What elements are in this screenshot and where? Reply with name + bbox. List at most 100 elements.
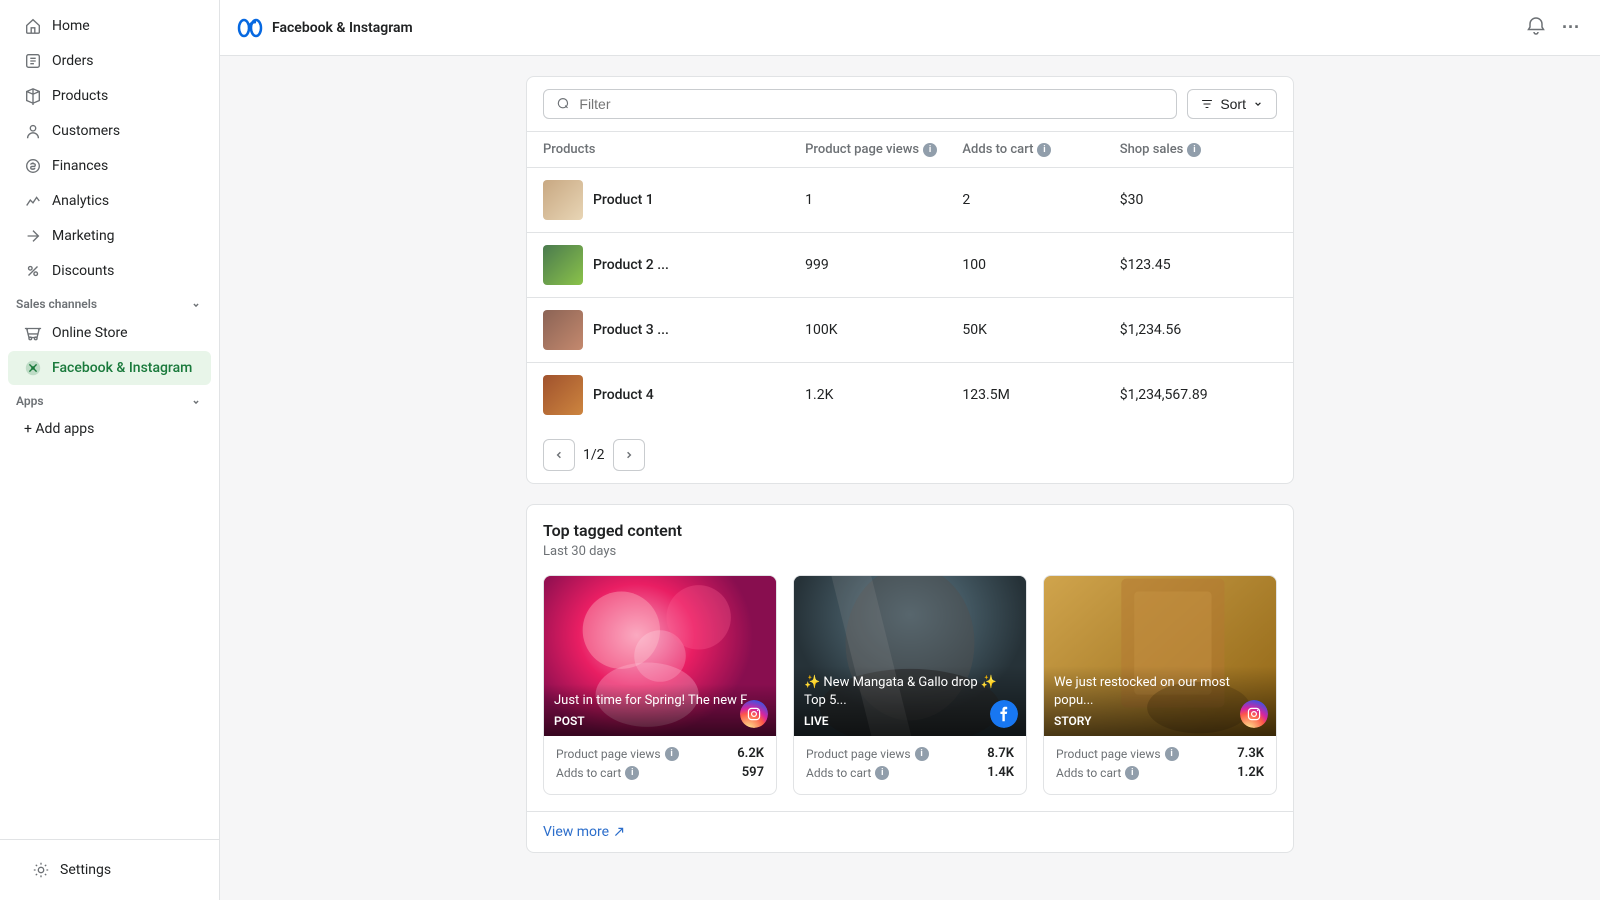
sidebar-item-finances[interactable]: Finances (8, 149, 211, 183)
sidebar-item-orders[interactable]: Orders (8, 44, 211, 78)
filter-input[interactable] (579, 96, 1164, 112)
apps-section: Apps (0, 386, 219, 412)
page-views-info-icon[interactable]: i (923, 143, 937, 157)
content-image-3: We just restocked on our most popu... ST… (1044, 576, 1276, 736)
next-page-button[interactable] (613, 439, 645, 471)
content-type-3: STORY (1054, 714, 1266, 728)
topbar-logo: Facebook & Instagram (236, 14, 413, 42)
apps-label: Apps (16, 394, 44, 408)
sidebar-item-discounts[interactable]: Discounts (8, 254, 211, 288)
more-button[interactable]: ··· (1558, 13, 1584, 42)
orders-icon (24, 52, 42, 70)
content-card-3: We just restocked on our most popu... ST… (1043, 575, 1277, 795)
table-row: Product 2 ... 999 100 $123.45 (527, 233, 1293, 298)
sidebar-item-products[interactable]: Products (8, 79, 211, 113)
content-stats-1: Product page views i 6.2K Adds to cart i (544, 736, 776, 794)
filter-input-wrapper[interactable] (543, 89, 1177, 119)
product-cell-4: Product 4 (543, 375, 805, 415)
table-row: Product 4 1.2K 123.5M $1,234,567.89 (527, 363, 1293, 427)
shop-sales-3: $1,234.56 (1120, 322, 1277, 338)
sidebar-item-settings[interactable]: Settings (16, 853, 203, 887)
page-views-4: 1.2K (805, 387, 962, 403)
sidebar-item-add-apps[interactable]: + Add apps (8, 413, 211, 445)
content-platform-icon-2 (990, 700, 1018, 728)
products-table: Products Product page views i Adds to ca… (527, 132, 1293, 427)
shop-sales-info-icon[interactable]: i (1187, 143, 1201, 157)
content-platform-icon-1 (740, 700, 768, 728)
page-layout: Facebook & Instagram ··· (220, 0, 1600, 900)
adds-to-cart-2: 100 (962, 257, 1119, 273)
external-link-icon (613, 826, 625, 838)
meta-logo-icon (236, 14, 264, 42)
pagination: 1/2 (527, 427, 1293, 483)
section-subtitle: Last 30 days (543, 544, 1277, 559)
sidebar-item-online-store-label: Online Store (52, 325, 128, 341)
home-icon (24, 17, 42, 35)
content-platform-icon-3 (1240, 700, 1268, 728)
ig-svg-1 (746, 706, 762, 722)
view-more-link[interactable]: View more (527, 811, 1293, 852)
instagram-icon-1 (740, 700, 768, 728)
content-overlay-2: ✨ New Mangata & Gallo drop ✨ Top 5... LI… (794, 666, 1026, 736)
sidebar-footer: Settings (0, 839, 219, 900)
stat-label-1-pageviews: Product page views i (556, 747, 679, 761)
stat-value-2-pageviews: 8.7K (987, 746, 1014, 761)
sales-channels-section: Sales channels (0, 289, 219, 315)
table-header: Products Product page views i Adds to ca… (527, 132, 1293, 168)
stat-info-icon[interactable]: i (1125, 766, 1139, 780)
topbar-actions: ··· (1522, 12, 1584, 43)
chevron-down-icon (1252, 98, 1264, 110)
sidebar-item-customers-label: Customers (52, 123, 120, 139)
top-tagged-content-section: Top tagged content Last 30 days (527, 505, 1293, 811)
customers-icon (24, 122, 42, 140)
sidebar: Home Orders Products (0, 0, 220, 900)
analytics-icon (24, 192, 42, 210)
sidebar-item-home[interactable]: Home (8, 9, 211, 43)
facebook-icon-2 (990, 700, 1018, 728)
content-text-1: Just in time for Spring! The new F... (554, 692, 766, 710)
sales-channels-label: Sales channels (16, 297, 97, 311)
ig-svg-3 (1246, 706, 1262, 722)
prev-page-button[interactable] (543, 439, 575, 471)
sidebar-item-fb-ig[interactable]: Facebook & Instagram (8, 351, 211, 385)
sidebar-item-marketing-label: Marketing (52, 228, 115, 244)
product-thumb-4 (543, 375, 583, 415)
filter-bar: Sort (527, 77, 1293, 132)
sidebar-item-marketing[interactable]: Marketing (8, 219, 211, 253)
adds-to-cart-4: 123.5M (962, 387, 1119, 403)
marketing-icon (24, 227, 42, 245)
section-title: Top tagged content (543, 521, 1277, 540)
stat-info-icon[interactable]: i (625, 766, 639, 780)
stat-row-2-pageviews: Product page views i 8.7K (806, 746, 1014, 761)
chevron-left-icon (552, 448, 566, 462)
sidebar-item-online-store[interactable]: Online Store (8, 316, 211, 350)
stat-info-icon[interactable]: i (875, 766, 889, 780)
sidebar-item-analytics[interactable]: Analytics (8, 184, 211, 218)
content-stats-3: Product page views i 7.3K Adds to cart i (1044, 736, 1276, 794)
product-cell-1: Product 1 (543, 180, 805, 220)
stat-info-icon[interactable]: i (1165, 747, 1179, 761)
sidebar-item-fb-ig-label: Facebook & Instagram (52, 360, 192, 376)
stat-info-icon[interactable]: i (915, 747, 929, 761)
stat-label-2-pageviews: Product page views i (806, 747, 929, 761)
col-header-page-views: Product page views i (805, 142, 962, 157)
sidebar-item-orders-label: Orders (52, 53, 94, 69)
col-header-products: Products (543, 142, 805, 157)
content-grid: Just in time for Spring! The new F... PO… (543, 575, 1277, 795)
stat-value-3-pageviews: 7.3K (1237, 746, 1264, 761)
stat-value-1-pageviews: 6.2K (737, 746, 764, 761)
sidebar-item-analytics-label: Analytics (52, 193, 109, 209)
stat-row-1-cart: Adds to cart i 597 (556, 765, 764, 780)
sidebar-item-settings-label: Settings (60, 862, 111, 878)
product-thumb-3 (543, 310, 583, 350)
sidebar-item-customers[interactable]: Customers (8, 114, 211, 148)
stat-row-2-cart: Adds to cart i 1.4K (806, 765, 1014, 780)
adds-to-cart-info-icon[interactable]: i (1037, 143, 1051, 157)
sidebar-item-products-label: Products (52, 88, 108, 104)
stat-info-icon[interactable]: i (665, 747, 679, 761)
notification-button[interactable] (1522, 12, 1550, 43)
products-icon (24, 87, 42, 105)
product-name-4: Product 4 (593, 387, 654, 403)
sort-button[interactable]: Sort (1187, 89, 1277, 119)
stat-label-3-pageviews: Product page views i (1056, 747, 1179, 761)
